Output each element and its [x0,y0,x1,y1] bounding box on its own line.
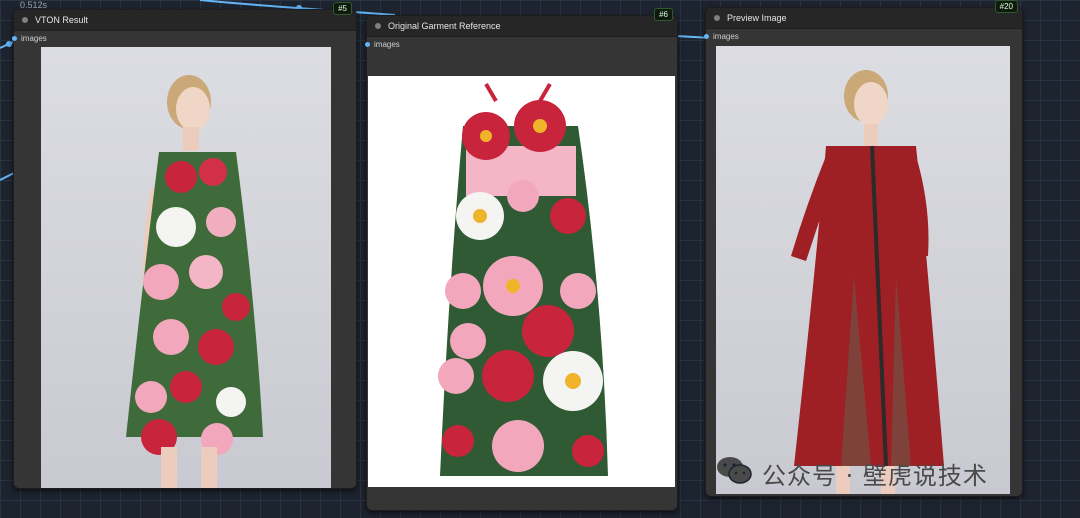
node-id-badge: #5 [333,2,352,15]
node-header[interactable]: Preview Image [706,8,1022,29]
slot-label: images [374,39,400,49]
slot-connector-icon[interactable] [704,33,709,39]
collapse-dot-icon[interactable] [375,23,381,29]
vton-result-image[interactable] [41,47,331,488]
output-slot-images[interactable]: images [704,29,1022,43]
slot-connector-icon[interactable] [12,35,17,41]
preview-image[interactable] [716,46,1010,494]
collapse-dot-icon[interactable] [714,15,720,21]
node-header[interactable]: VTON Result [14,10,356,31]
node-title: Preview Image [727,13,787,23]
collapse-dot-icon[interactable] [22,17,28,23]
slot-connector-icon[interactable] [365,41,370,47]
watermark-text: 公众号 · 壁虎说技术 [762,461,988,490]
node-header[interactable]: Original Garment Reference [367,16,677,37]
wechat-icon [716,455,752,491]
node-vton-result[interactable]: #5 VTON Result images [12,2,357,489]
model-in-red-dress-image [791,70,944,494]
node-preview-image[interactable]: #20 Preview Image images [704,0,1023,497]
node-original-garment-reference[interactable]: #6 Original Garment Reference images [365,8,678,511]
slot-label: images [713,31,739,41]
model-in-floral-dress-image [126,75,263,488]
wechat-watermark: 公众号 · 壁虎说技术 [716,455,988,491]
node-title: Original Garment Reference [388,21,501,31]
output-slot-images[interactable]: images [12,31,356,45]
node-title: VTON Result [35,15,88,25]
node-id-badge: #20 [994,0,1018,13]
output-slot-images[interactable]: images [365,37,677,51]
garment-reference-image[interactable] [368,76,675,487]
slot-label: images [21,33,47,43]
node-id-badge: #6 [654,8,673,21]
floral-crochet-dress-image [438,82,608,476]
